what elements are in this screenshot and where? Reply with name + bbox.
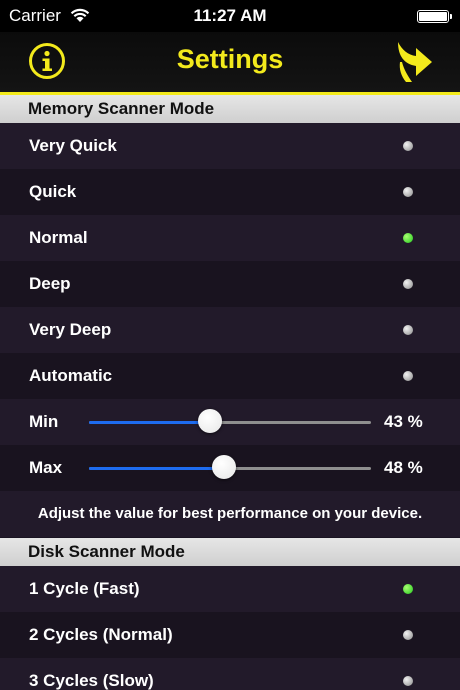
min-slider-row: Min 43 % (0, 399, 460, 445)
disk-option-1-cycle[interactable]: 1 Cycle (Fast) (0, 566, 460, 612)
performance-hint: Adjust the value for best performance on… (0, 491, 460, 537)
memory-option-very-quick[interactable]: Very Quick (0, 123, 460, 169)
disk-option-2-cycles[interactable]: 2 Cycles (Normal) (0, 612, 460, 658)
radio-indicator (403, 325, 413, 335)
memory-option-deep[interactable]: Deep (0, 261, 460, 307)
option-label: Very Deep (29, 320, 112, 339)
radio-indicator (403, 141, 413, 151)
radio-indicator (403, 584, 413, 594)
settings-screen: Carrier 11:27 AM Settings Memory Scanner… (0, 0, 460, 690)
option-label: 3 Cycles (Slow) (29, 671, 154, 690)
option-label: Very Quick (29, 136, 117, 155)
radio-indicator (403, 630, 413, 640)
disk-section-header: Disk Scanner Mode (0, 538, 460, 566)
max-slider-thumb[interactable] (212, 455, 237, 479)
memory-option-automatic[interactable]: Automatic (0, 353, 460, 399)
disk-options-list: 1 Cycle (Fast) 2 Cycles (Normal) 3 Cycle… (0, 566, 460, 690)
max-slider-fill (89, 467, 225, 470)
max-label: Max (29, 458, 63, 477)
memory-option-very-deep[interactable]: Very Deep (0, 307, 460, 353)
option-label: Normal (29, 228, 88, 247)
disk-option-3-cycles[interactable]: 3 Cycles (Slow) (0, 658, 460, 690)
option-label: 1 Cycle (Fast) (29, 579, 140, 598)
radio-indicator (403, 233, 413, 243)
option-label: Deep (29, 274, 71, 293)
radio-indicator (403, 676, 413, 686)
clock: 11:27 AM (193, 6, 267, 25)
memory-section-header: Memory Scanner Mode (0, 95, 460, 123)
max-value: 48 % (384, 458, 423, 477)
memory-option-normal[interactable]: Normal (0, 215, 460, 261)
page-title: Settings (176, 44, 284, 74)
status-bar: Carrier 11:27 AM (0, 0, 460, 32)
option-label: Automatic (29, 366, 113, 385)
min-slider-track[interactable] (89, 421, 371, 424)
memory-options-list: Very Quick Quick Normal Deep Very Deep A… (0, 123, 460, 537)
radio-indicator (403, 371, 413, 381)
battery-level (419, 12, 447, 21)
option-label: Quick (29, 182, 77, 201)
min-label: Min (29, 412, 59, 431)
min-value: 43 % (384, 412, 423, 431)
curved-arrow-icon[interactable] (392, 38, 436, 84)
radio-indicator (403, 187, 413, 197)
memory-option-quick[interactable]: Quick (0, 169, 460, 215)
min-slider-thumb[interactable] (198, 409, 223, 433)
option-label: 2 Cycles (Normal) (29, 625, 173, 644)
max-slider-row: Max 48 % (0, 445, 460, 491)
radio-indicator (403, 279, 413, 289)
battery-icon (417, 10, 452, 23)
min-slider-fill (89, 421, 211, 424)
navigation-bar: Settings (0, 32, 460, 92)
